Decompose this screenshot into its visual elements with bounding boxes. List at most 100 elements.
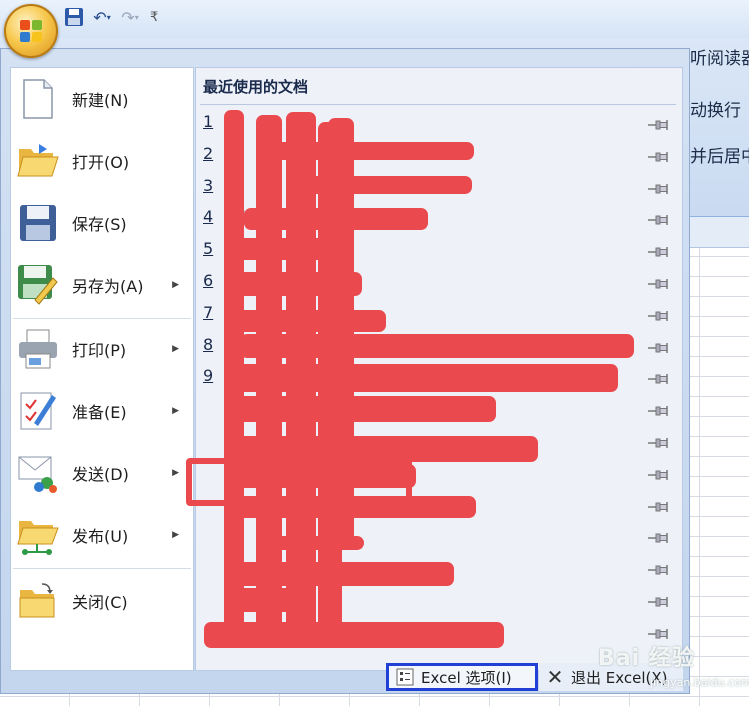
- open-folder-icon: [17, 140, 59, 182]
- excel-options-label: Excel 选项(I): [421, 668, 512, 687]
- save-icon[interactable]: [62, 5, 86, 29]
- office-logo-icon: [20, 20, 42, 42]
- office-button[interactable]: [4, 4, 58, 58]
- pin-icon[interactable]: [648, 498, 670, 512]
- pin-icon[interactable]: [648, 593, 670, 607]
- recent-document-number: 5: [203, 239, 214, 259]
- submenu-arrow-icon: ▶: [172, 344, 179, 354]
- menu-item-label: 保存(S): [72, 215, 127, 234]
- menu-bottom-bar: Excel 选项(I) ✕ 退出 Excel(X): [1, 653, 689, 693]
- submenu-arrow-icon: ▶: [172, 280, 179, 290]
- recent-document-item[interactable]: [196, 553, 682, 583]
- watermark: Bai 经验: [598, 646, 695, 671]
- recent-documents-pane: 最近使用的文档 1 2 3 4 ml 5 6 7 8 9 xlsx sx x: [195, 67, 683, 671]
- recent-document-number: 8: [203, 334, 214, 354]
- pin-icon[interactable]: [648, 307, 670, 321]
- pin-icon[interactable]: [648, 529, 670, 544]
- menu-item-prepare[interactable]: 准备(E) ▶: [11, 382, 193, 440]
- recent-document-item[interactable]: 1: [196, 108, 682, 138]
- recent-document-name: x: [228, 622, 237, 639]
- excel-options-button[interactable]: Excel 选项(I): [386, 663, 538, 691]
- menu-item-send[interactable]: 发送(D) ▶: [11, 444, 193, 502]
- quick-access-toolbar: ↶ ▾ ↷ ▾ ₹: [62, 2, 158, 32]
- office-application-menu: 新建(N) 打开(O) 保存(S) 另存为(A) ▶ 打印(P) ▶ 准备(E)…: [0, 48, 690, 694]
- options-icon: [395, 667, 415, 687]
- menu-item-label: 准备(E): [72, 403, 127, 422]
- recent-document-item[interactable]: 7: [196, 299, 682, 329]
- menu-item-label: 打印(P): [72, 341, 127, 360]
- pin-icon[interactable]: [648, 434, 670, 448]
- prepare-icon: [17, 390, 59, 432]
- pin-icon[interactable]: [648, 466, 670, 480]
- new-document-icon: [17, 78, 59, 120]
- recent-document-number: 4: [203, 207, 214, 227]
- watermark-url: jingyan.baidu.com: [650, 676, 749, 689]
- menu-item-label: 新建(N): [72, 91, 129, 110]
- recent-document-item[interactable]: 2: [196, 140, 682, 170]
- ribbon-label-merge[interactable]: 并后居中: [690, 142, 749, 167]
- pin-icon[interactable]: [648, 180, 670, 194]
- save-as-icon: [17, 264, 59, 306]
- recent-document-number: 1: [203, 112, 214, 131]
- pin-icon[interactable]: [648, 243, 670, 258]
- recent-document-item[interactable]: 6: [196, 267, 682, 297]
- divider: [13, 568, 191, 569]
- customize-toolbar-icon[interactable]: ₹: [150, 10, 158, 25]
- recent-document-number: 3: [203, 175, 214, 195]
- pin-icon[interactable]: [648, 402, 670, 417]
- pin-icon[interactable]: [648, 211, 670, 226]
- recent-document-name: sx: [228, 591, 244, 607]
- recent-document-item[interactable]: 4 ml: [196, 203, 682, 233]
- pin-icon[interactable]: [648, 148, 670, 162]
- redo-icon[interactable]: ↷ ▾: [118, 5, 142, 29]
- recent-document-item[interactable]: [196, 521, 682, 551]
- pin-icon[interactable]: [648, 116, 670, 130]
- recent-document-item[interactable]: 8: [196, 331, 682, 361]
- undo-icon[interactable]: ↶ ▾: [90, 5, 114, 29]
- recent-document-name: ml: [228, 209, 246, 226]
- recent-document-item[interactable]: 5: [196, 235, 682, 265]
- close-folder-icon: [17, 580, 59, 622]
- recent-document-item[interactable]: [196, 458, 682, 488]
- menu-item-close[interactable]: 关闭(C): [11, 572, 193, 630]
- divider: [200, 104, 676, 105]
- divider: [13, 318, 191, 319]
- recent-document-number: 9: [203, 366, 214, 386]
- pin-icon[interactable]: [648, 625, 670, 639]
- pin-icon[interactable]: [648, 561, 670, 576]
- recent-document-number: 7: [203, 302, 214, 322]
- submenu-arrow-icon: ▶: [172, 530, 179, 540]
- menu-item-print[interactable]: 打印(P) ▶: [11, 320, 193, 378]
- pin-icon[interactable]: [648, 370, 670, 385]
- menu-item-save[interactable]: 保存(S): [11, 194, 193, 252]
- recent-document-item[interactable]: 3: [196, 172, 682, 202]
- recent-document-item[interactable]: [196, 394, 682, 424]
- printer-icon: [17, 328, 59, 370]
- recent-document-item[interactable]: [196, 426, 682, 456]
- recent-document-item[interactable]: sx: [196, 585, 682, 615]
- command-pane: 新建(N) 打开(O) 保存(S) 另存为(A) ▶ 打印(P) ▶ 准备(E)…: [10, 67, 194, 671]
- menu-item-label: 另存为(A): [72, 277, 144, 296]
- menu-item-publish[interactable]: 发布(U) ▶: [11, 506, 193, 564]
- recent-document-number: 2: [203, 143, 214, 163]
- close-icon: ✕: [546, 665, 564, 689]
- menu-item-label: 发布(U): [72, 527, 129, 546]
- menu-item-label: 关闭(C): [72, 593, 128, 612]
- menu-item-new[interactable]: 新建(N): [11, 70, 193, 128]
- pin-icon[interactable]: [648, 339, 670, 353]
- send-icon: [17, 452, 59, 494]
- recent-document-item[interactable]: 9 xlsx: [196, 362, 682, 392]
- title-bar: ↶ ▾ ↷ ▾ ₹: [0, 0, 749, 39]
- submenu-arrow-icon: ▶: [172, 406, 179, 416]
- ribbon-label-reader[interactable]: 听阅读器: [690, 44, 749, 69]
- submenu-arrow-icon: ▶: [172, 468, 179, 478]
- menu-item-open[interactable]: 打开(O): [11, 132, 193, 190]
- menu-item-label: 打开(O): [72, 153, 130, 172]
- recent-document-item[interactable]: [196, 490, 682, 520]
- ribbon-label-wrap[interactable]: 动换行: [690, 96, 741, 121]
- publish-icon: [17, 514, 59, 556]
- recent-document-name: xlsx: [228, 368, 256, 385]
- recent-documents-title: 最近使用的文档: [203, 78, 309, 96]
- menu-item-save-as[interactable]: 另存为(A) ▶: [11, 256, 193, 314]
- pin-icon[interactable]: [648, 275, 670, 289]
